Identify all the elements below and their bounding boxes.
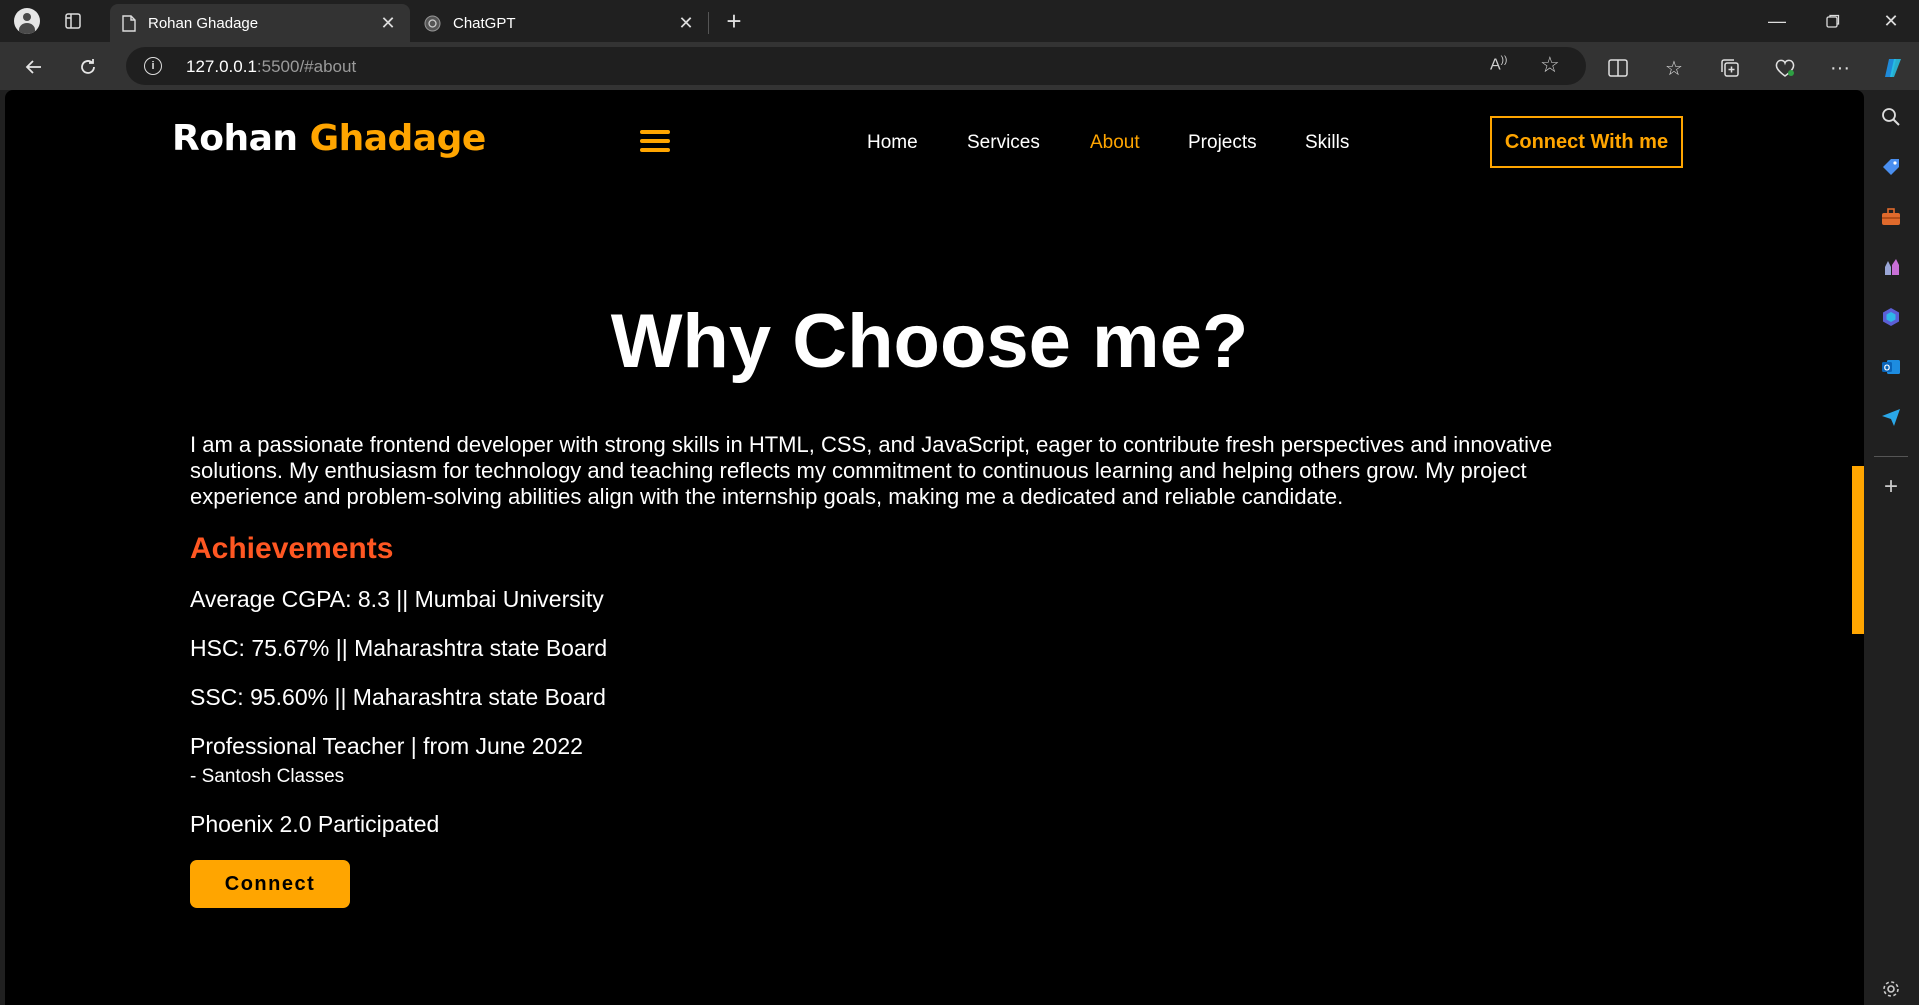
shopping-tag-icon[interactable] — [1878, 154, 1904, 180]
close-window-icon[interactable]: ✕ — [1863, 0, 1919, 42]
favorite-star-icon[interactable]: ☆ — [1540, 52, 1560, 78]
outlook-icon[interactable]: O — [1878, 354, 1904, 380]
edge-sidebar: O + — [1864, 90, 1919, 1005]
new-tab-icon[interactable]: + — [719, 6, 749, 36]
restore-icon[interactable] — [1805, 0, 1861, 42]
achievement-item: Phoenix 2.0 Participated — [190, 811, 440, 837]
close-tab-icon[interactable]: ✕ — [676, 13, 696, 33]
close-tab-icon[interactable]: ✕ — [378, 13, 398, 33]
chatgpt-icon — [424, 15, 441, 31]
site-info-icon[interactable]: i — [144, 57, 162, 75]
minimize-icon[interactable]: — — [1749, 0, 1805, 42]
add-icon[interactable]: + — [1878, 473, 1904, 500]
nav-link-projects[interactable]: Projects — [1188, 132, 1257, 154]
url-path: :5500/#about — [256, 57, 357, 76]
url-host: 127.0.0.1 — [186, 57, 257, 76]
menu-hamburger-icon[interactable] — [640, 130, 670, 154]
search-icon[interactable] — [1878, 104, 1904, 130]
profile-avatar-icon[interactable] — [12, 6, 42, 36]
achievement-item: HSC: 75.67% || Maharashtra state Board — [190, 635, 608, 661]
browser-window: Rohan Ghadage ✕ ChatGPT ✕ + — ✕ i 127.0.… — [0, 0, 1919, 1005]
page-viewport: Rohan Ghadage Home Services About Projec… — [5, 90, 1864, 1005]
favorites-icon[interactable]: ☆ — [1660, 54, 1688, 82]
tab-chatgpt[interactable]: ChatGPT ✕ — [412, 4, 708, 42]
section-title: Why Choose me? — [610, 299, 1249, 384]
tab-title: Rohan Ghadage — [148, 14, 259, 32]
nav-link-home[interactable]: Home — [867, 132, 918, 154]
connect-button[interactable]: Connect — [190, 860, 350, 908]
browser-essentials-icon[interactable] — [1771, 54, 1799, 82]
tab-rohan-ghadage[interactable]: Rohan Ghadage ✕ — [110, 4, 410, 42]
connect-with-me-button[interactable]: Connect With me — [1490, 116, 1683, 168]
sidebar-divider — [1874, 456, 1908, 457]
achievements-heading: Achievements — [190, 532, 394, 565]
logo-last-name: Ghadage — [309, 118, 487, 159]
site-logo[interactable]: Rohan Ghadage — [172, 118, 486, 159]
intro-paragraph: I am a passionate frontend developer wit… — [190, 432, 1553, 509]
back-arrow-icon[interactable] — [18, 51, 50, 83]
browser-toolbar: i 127.0.0.1:5500/#about A)) ☆ ☆ ··· — [0, 42, 1919, 90]
tab-actions-icon[interactable] — [58, 6, 88, 36]
achievement-subtext: - Santosh Classes — [190, 766, 345, 787]
games-icon[interactable] — [1878, 254, 1904, 280]
split-screen-icon[interactable] — [1604, 54, 1632, 82]
achievement-item: SSC: 95.60% || Maharashtra state Board — [190, 684, 606, 710]
page-icon — [122, 14, 136, 32]
microsoft-365-icon[interactable] — [1878, 304, 1904, 330]
scrollbar-thumb[interactable] — [1852, 466, 1864, 634]
nav-link-about[interactable]: About — [1090, 132, 1140, 154]
nav-link-services[interactable]: Services — [967, 132, 1040, 154]
tab-divider — [708, 12, 709, 34]
nav-link-skills[interactable]: Skills — [1305, 132, 1349, 154]
settings-gear-icon[interactable] — [1878, 976, 1904, 1002]
more-options-icon[interactable]: ··· — [1826, 54, 1854, 82]
logo-first-name: Rohan — [172, 118, 298, 159]
send-icon[interactable] — [1878, 404, 1904, 430]
collections-icon[interactable] — [1716, 54, 1744, 82]
copilot-icon[interactable] — [1879, 54, 1907, 82]
tab-strip: Rohan Ghadage ✕ ChatGPT ✕ + — ✕ — [0, 0, 1919, 42]
read-aloud-icon[interactable]: A)) — [1490, 55, 1507, 74]
svg-text:O: O — [1884, 364, 1890, 373]
url-text[interactable]: 127.0.0.1:5500/#about — [186, 57, 356, 77]
achievement-item: Average CGPA: 8.3 || Mumbai University — [190, 586, 604, 612]
address-bar[interactable]: i 127.0.0.1:5500/#about A)) ☆ — [126, 47, 1586, 85]
achievement-item: Professional Teacher | from June 2022 — [190, 733, 583, 759]
refresh-icon[interactable] — [72, 51, 104, 83]
tab-title: ChatGPT — [453, 14, 516, 32]
tools-briefcase-icon[interactable] — [1878, 204, 1904, 230]
